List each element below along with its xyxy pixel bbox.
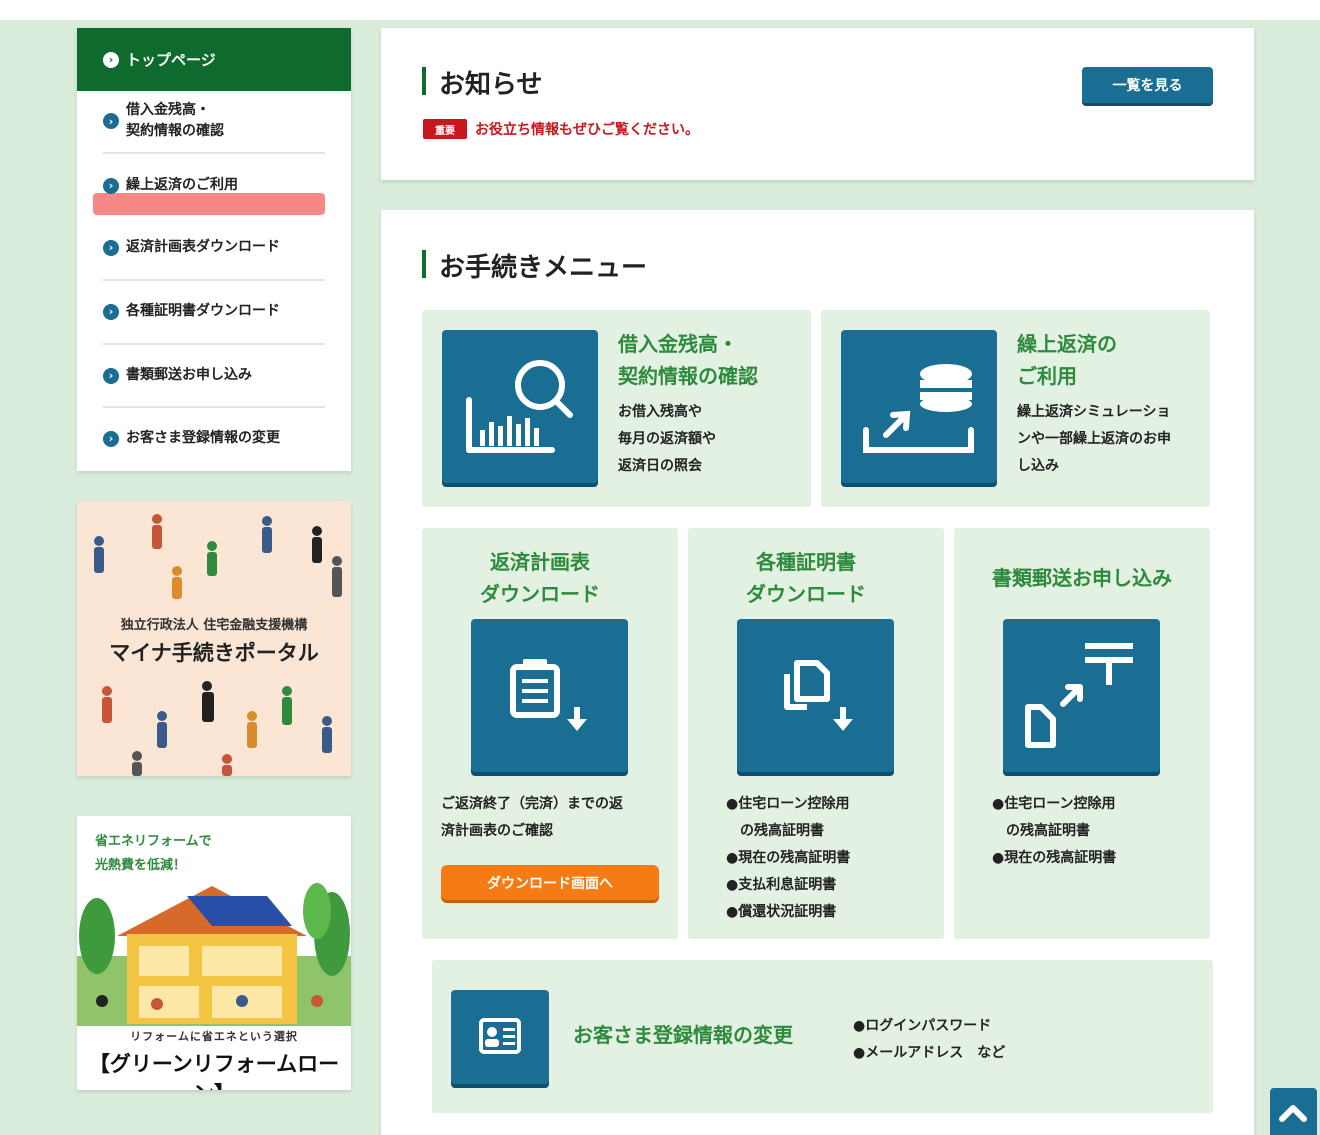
tile-description: お借入残高や 毎月の返済額や 返済日の照会 <box>618 399 716 480</box>
desc-line: 済計画表のご確認 <box>441 823 553 839</box>
menu-tile-certificate-download[interactable]: 各種証明書 ダウンロード ●住宅ローン控除用 の残高証明書 ●現在の残高証明書 … <box>688 528 944 939</box>
notice-section: お知らせ 一覧を見る 重要 お役立ち情報もぜひご覧ください。 <box>381 28 1254 180</box>
document-mail-icon <box>1003 619 1160 772</box>
redaction-highlight <box>93 193 325 215</box>
label-line-1: 借入金残高・ <box>126 102 210 118</box>
view-all-button[interactable]: 一覧を見る <box>1082 67 1213 103</box>
sidebar-item-label: 各種証明書ダウンロード <box>126 303 280 319</box>
desc-line: ●住宅ローン控除用 <box>992 796 1116 812</box>
sidebar-item-balance[interactable]: › 借入金残高・ 契約情報の確認 <box>103 100 325 142</box>
sidebar-item-label: お客さま登録情報の変更 <box>126 430 280 446</box>
tile-description: 繰上返済シミュレーショ ンや一部繰上返済のお申 し込み <box>1017 399 1171 480</box>
menu-title: お手続きメニュー <box>439 253 648 283</box>
sidebar-item-label: 書類郵送お申し込み <box>126 367 252 383</box>
balance-check-icon <box>442 330 598 483</box>
divider <box>103 279 325 281</box>
desc-line: ●償還状況証明書 <box>726 904 837 920</box>
sidebar-nav: › トップページ › 借入金残高・ 契約情報の確認 › 繰上返済のご利用 › 返… <box>77 28 351 471</box>
heading-accent-bar <box>422 67 426 95</box>
desc-line: ご返済終了（完済）までの返 <box>441 796 623 812</box>
important-badge: 重要 <box>423 119 467 139</box>
tile-title-line-2: ご利用 <box>1017 364 1077 388</box>
sidebar-item-certificate-download[interactable]: › 各種証明書ダウンロード <box>103 301 325 322</box>
sidebar-item-prepayment[interactable]: › 繰上返済のご利用 <box>103 175 325 196</box>
tile-title: 返済計画表 ダウンロード <box>422 546 658 610</box>
banner-title: 【グリーンリフォームローン】 <box>88 1052 340 1090</box>
tile-title: 借入金残高・ 契約情報の確認 <box>618 328 758 392</box>
tile-title-line-2: ダウンロード <box>746 582 866 606</box>
sidebar-item-label: トップページ <box>126 51 216 69</box>
desc-line: し込み <box>1017 458 1059 474</box>
back-to-top-button[interactable] <box>1270 1088 1317 1135</box>
banner-line-2: 光熱費を低減！ <box>95 858 187 873</box>
tile-title-line-2: 契約情報の確認 <box>618 364 758 388</box>
desc-line: 毎月の返済額や <box>618 431 716 447</box>
chevron-right-icon: › <box>103 177 119 194</box>
banner-line-1: 省エネリフォームで <box>95 834 212 849</box>
desc-line: 返済日の照会 <box>618 458 702 474</box>
desc-line: 繰上返済シミュレーショ <box>1017 404 1171 420</box>
banner-title: マイナ手続きポータル <box>109 641 319 665</box>
desc-line: ●現在の残高証明書 <box>992 850 1117 866</box>
tile-title-line-1: 各種証明書 <box>756 550 856 574</box>
banner-org-name: 独立行政法人 住宅金融支援機構 <box>120 618 308 633</box>
menu-tile-document-mail[interactable]: 書類郵送お申し込み ●住宅ローン控除用 の残高証明書 ●現在の残高証明書 <box>954 528 1210 939</box>
documents-download-icon <box>737 619 894 772</box>
chevron-right-icon: › <box>103 51 119 68</box>
tile-title-line-2: ダウンロード <box>480 582 600 606</box>
label-line-2: 契約情報の確認 <box>126 123 224 139</box>
sidebar-item-label: 返済計画表ダウンロード <box>126 239 280 255</box>
desc-line: ●ログインパスワード <box>853 1018 992 1034</box>
sidebar-item-label: 借入金残高・ 契約情報の確認 <box>126 100 224 142</box>
tile-description: ●住宅ローン控除用 の残高証明書 ●現在の残高証明書 <box>992 791 1116 872</box>
tile-description: ●住宅ローン控除用 の残高証明書 ●現在の残高証明書 ●支払利息証明書 ●償還状… <box>726 791 850 926</box>
id-card-icon <box>451 990 549 1084</box>
menu-tile-schedule-download[interactable]: 返済計画表 ダウンロード ご返済終了（完済）までの返 済計画表のご確認 ダウンロ… <box>422 528 678 939</box>
tile-description: ●ログインパスワード ●メールアドレス など <box>853 1013 1005 1067</box>
download-page-button[interactable]: ダウンロード画面へ <box>441 865 659 900</box>
sidebar-item-schedule-download[interactable]: › 返済計画表ダウンロード <box>103 237 325 258</box>
desc-line: ●支払利息証明書 <box>726 877 837 893</box>
desc-line: ンや一部繰上返済のお申 <box>1017 431 1171 447</box>
desc-line: ●現在の残高証明書 <box>726 850 851 866</box>
procedure-menu-section: お手続きメニュー 借入金残高・ 契約情報の確認 お借入残高や 毎月の返済額や 返… <box>381 210 1254 1135</box>
divider <box>103 152 325 154</box>
tile-description: ご返済終了（完済）までの返 済計画表のご確認 <box>441 791 623 845</box>
chevron-up-icon <box>1279 1105 1307 1122</box>
chevron-right-icon: › <box>103 303 119 320</box>
sidebar-item-document-mail[interactable]: › 書類郵送お申し込み <box>103 365 325 386</box>
menu-tile-prepayment[interactable]: 繰上返済の ご利用 繰上返済シミュレーショ ンや一部繰上返済のお申 し込み <box>821 310 1210 507</box>
database-export-icon <box>841 330 997 483</box>
chevron-right-icon: › <box>103 430 119 447</box>
desc-line: の残高証明書 <box>992 823 1090 839</box>
reform-banner[interactable]: 省エネリフォームで 光熱費を低減！ リフォームに省エネという選択 【グリーンリフ… <box>77 816 351 1090</box>
tile-title-line-1: 返済計画表 <box>490 550 590 574</box>
sidebar-item-customer-info[interactable]: › お客さま登録情報の変更 <box>103 428 325 449</box>
chevron-right-icon: › <box>103 239 119 256</box>
notice-link[interactable]: お役立ち情報もぜひご覧ください。 <box>475 119 699 139</box>
divider <box>103 343 325 345</box>
heading-accent-bar <box>422 250 426 278</box>
desc-line: ●メールアドレス など <box>853 1045 1006 1061</box>
tile-title: 書類郵送お申し込み <box>992 566 1172 590</box>
tile-title-line-1: 借入金残高・ <box>618 332 738 356</box>
menu-tile-customer-info[interactable]: お客さま登録情報の変更 ●ログインパスワード ●メールアドレス など <box>432 960 1213 1113</box>
portal-banner[interactable]: 独立行政法人 住宅金融支援機構 マイナ手続きポータル <box>77 501 351 776</box>
notice-title: お知らせ <box>439 70 543 100</box>
desc-line: お借入残高や <box>618 404 702 420</box>
tile-title: お客さま登録情報の変更 <box>573 1023 793 1047</box>
tile-title: 各種証明書 ダウンロード <box>688 546 924 610</box>
chevron-right-icon: › <box>103 113 119 129</box>
sidebar-item-top-page[interactable]: › トップページ <box>77 28 351 91</box>
clipboard-download-icon <box>471 619 628 772</box>
desc-line: の残高証明書 <box>726 823 824 839</box>
tile-title: 繰上返済の ご利用 <box>1017 328 1117 392</box>
divider <box>103 406 325 408</box>
desc-line: ●住宅ローン控除用 <box>726 796 850 812</box>
sidebar-item-label: 繰上返済のご利用 <box>126 177 238 193</box>
menu-tile-balance[interactable]: 借入金残高・ 契約情報の確認 お借入残高や 毎月の返済額や 返済日の照会 <box>422 310 811 507</box>
tile-title-line-1: 繰上返済の <box>1017 332 1117 356</box>
chevron-right-icon: › <box>103 367 119 384</box>
banner-subtitle: リフォームに省エネという選択 <box>130 1030 298 1043</box>
